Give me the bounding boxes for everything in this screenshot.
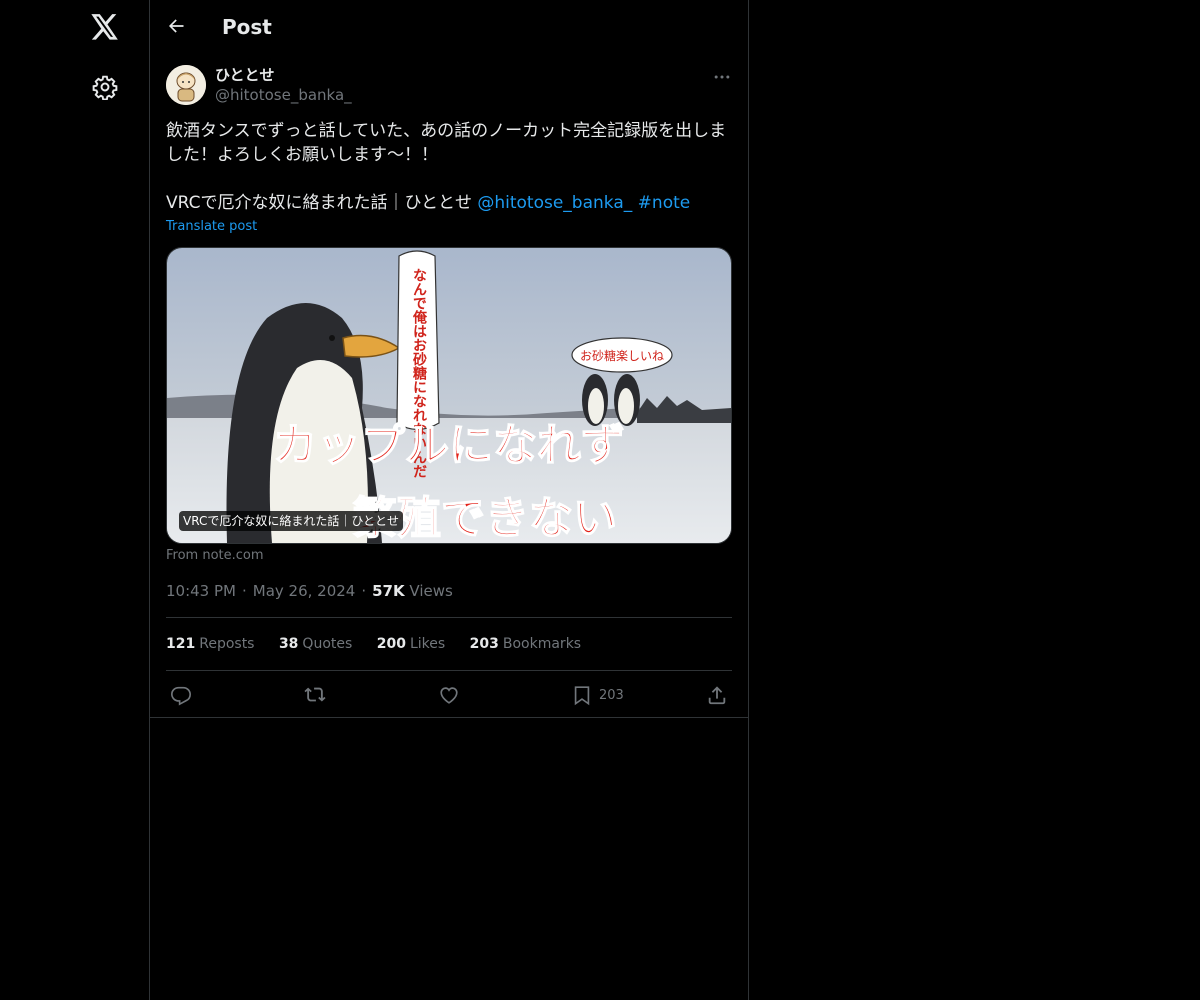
post-meta: 10:43 PM · May 26, 2024 · 57K Views [166, 581, 453, 601]
meta-separator: · [361, 582, 367, 600]
bookmark-icon [574, 686, 590, 706]
author-row: ひととせ @hitotose_banka_ [166, 65, 732, 107]
card-big-text-1: カップルになれず [273, 420, 625, 471]
stat-quotes[interactable]: 38 Quotes [279, 634, 352, 654]
card-image: お砂糖楽しいね なんで俺はお砂糖になれないんだ カップルになれず 繁殖できない [167, 248, 731, 543]
post-detail-column: Post ひととせ @hitotose_banka_ 飲酒タンスでずっと話してい… [150, 0, 749, 1000]
post-text-line: 飲酒タンスでずっと話していた、あの話のノーカット完全記録版を出しま [166, 121, 727, 141]
bookmark-button[interactable]: 203 [571, 683, 624, 707]
post-text-blank [166, 167, 732, 191]
author-handle[interactable]: @hitotose_banka_ [215, 85, 352, 105]
divider [166, 670, 732, 671]
translate-post-link[interactable]: Translate post [166, 218, 257, 236]
post-stats: 121 Reposts 38 Quotes 200 Likes 203 Bookmark… [166, 634, 601, 654]
views-count: 57K [372, 582, 405, 600]
link-card[interactable]: お砂糖楽しいね なんで俺はお砂糖になれないんだ カップルになれず 繁殖できない … [166, 247, 732, 544]
post-time[interactable]: 10:43 PM [166, 582, 236, 600]
share-icon [708, 686, 726, 705]
views-label: Views [409, 582, 453, 600]
stat-likes-count: 200 [376, 636, 406, 652]
avatar[interactable] [166, 65, 206, 105]
stat-quotes-count: 38 [278, 636, 299, 652]
like-icon [440, 687, 458, 704]
stat-reposts[interactable]: 121 Reposts [166, 634, 254, 654]
stat-likes-label: Likes [409, 636, 446, 652]
hashtag-link[interactable]: #note [638, 193, 691, 213]
divider [166, 617, 732, 618]
like-button[interactable] [438, 683, 460, 707]
stat-likes[interactable]: 200 Likes [377, 634, 445, 654]
bookmark-count: 203 [599, 687, 624, 703]
stat-reposts-label: Reposts [199, 636, 255, 652]
post-bottom-border [150, 717, 748, 718]
card-caption: VRCで厄介な奴に絡まれた話｜ひととせ [179, 511, 403, 531]
gear-icon[interactable] [92, 74, 118, 101]
author-display-name[interactable]: ひととせ [215, 65, 275, 85]
post-header: Post [150, 0, 748, 53]
card-bubble-text: お砂糖楽しいね [580, 348, 664, 363]
mention-link[interactable]: @hitotose_banka_ [477, 193, 632, 213]
more-icon[interactable] [712, 67, 732, 87]
post-link-line: VRCで厄介な奴に絡まれた話｜ひととせ @hitotose_banka_ #no… [166, 191, 732, 215]
repost-button[interactable] [303, 683, 327, 707]
page-title: Post [222, 15, 272, 39]
stat-reposts-count: 121 [166, 636, 196, 652]
repost-icon [304, 687, 326, 702]
stat-bookmarks-count: 203 [469, 636, 499, 652]
share-button[interactable] [706, 683, 728, 707]
meta-separator: · [241, 582, 247, 600]
left-nav [0, 0, 150, 1000]
stat-bookmarks-label: Bookmarks [502, 636, 582, 652]
post-text: 飲酒タンスでずっと話していた、あの話のノーカット完全記録版を出しま した！よろし… [166, 119, 732, 215]
card-source[interactable]: From note.com [166, 548, 264, 564]
post-text-line: した！よろしくお願いします〜！！ [166, 145, 438, 165]
reply-icon [171, 686, 191, 706]
action-bar: 203 [166, 683, 732, 707]
post-date[interactable]: May 26, 2024 [253, 582, 356, 600]
stat-bookmarks[interactable]: 203 Bookmarks [470, 634, 581, 654]
post-link-title: VRCで厄介な奴に絡まれた話｜ひととせ [166, 193, 478, 213]
stat-quotes-label: Quotes [302, 636, 353, 652]
back-arrow-icon[interactable] [166, 16, 186, 36]
x-logo-icon[interactable] [90, 12, 120, 42]
reply-button[interactable] [170, 683, 192, 707]
